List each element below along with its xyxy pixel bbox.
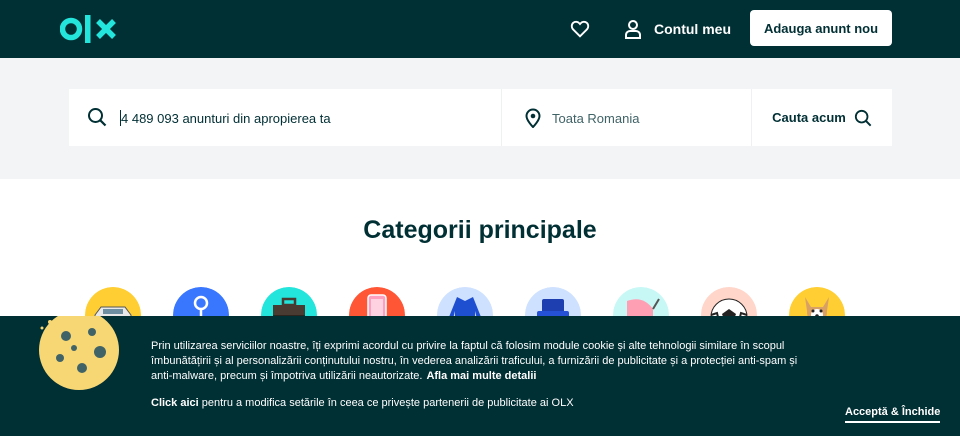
cookie-partners-line: Click aici pentru a modifica setările în… bbox=[151, 396, 574, 411]
search-input[interactable] bbox=[121, 106, 491, 130]
partners-text: pentru a modifica setările în ceea ce pr… bbox=[201, 397, 574, 409]
search-section: Cauta acum bbox=[0, 58, 960, 179]
click-here-link[interactable]: Click aici bbox=[151, 397, 199, 409]
olx-logo[interactable] bbox=[59, 13, 122, 45]
location-pin-icon bbox=[525, 108, 541, 128]
post-ad-button[interactable]: Adauga anunt nou bbox=[750, 10, 892, 46]
user-icon bbox=[625, 20, 641, 39]
top-header: Contul meu Adauga anunt nou bbox=[0, 0, 960, 58]
search-button-icon bbox=[854, 109, 872, 126]
favorites-heart-icon[interactable] bbox=[569, 18, 591, 40]
search-query-area bbox=[69, 89, 502, 146]
account-label: Contul meu bbox=[654, 21, 731, 37]
cookie-icon bbox=[39, 316, 119, 390]
search-icon bbox=[88, 108, 107, 127]
search-bar: Cauta acum bbox=[69, 89, 892, 146]
more-details-link[interactable]: Afla mai multe detalii bbox=[426, 370, 536, 382]
location-area bbox=[502, 89, 752, 146]
categories-title: Categorii principale bbox=[363, 216, 597, 244]
search-button[interactable]: Cauta acum bbox=[752, 89, 892, 146]
account-menu[interactable]: Contul meu bbox=[624, 16, 731, 42]
cookie-banner: Prin utilizarea serviciilor noastre, îți… bbox=[0, 316, 960, 436]
cookie-message: Prin utilizarea serviciilor noastre, îți… bbox=[151, 339, 811, 384]
search-button-label: Cauta acum bbox=[772, 110, 846, 125]
accept-close-button[interactable]: Acceptă & Închide bbox=[845, 406, 941, 423]
location-input[interactable] bbox=[552, 106, 742, 130]
text-cursor bbox=[120, 110, 121, 126]
